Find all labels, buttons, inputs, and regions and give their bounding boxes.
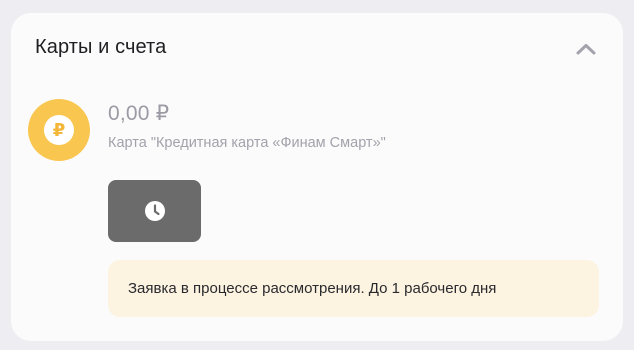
account-balance[interactable]: 0,00 ₽: [108, 101, 169, 126]
account-name[interactable]: Карта "Кредитная карта «Финам Смарт»": [108, 135, 386, 151]
notice-text: Заявка в процессе рассмотрения. До 1 раб…: [128, 280, 497, 297]
section-title: Карты и счета: [35, 36, 167, 58]
card-pending-tile[interactable]: [108, 180, 201, 242]
chevron-up-icon: [576, 44, 596, 55]
collapse-button[interactable]: [573, 37, 599, 61]
accounts-card: Карты и счета ₽ 0,00 ₽ Карта "Кредитная …: [11, 13, 623, 341]
ruble-coin-icon: ₽: [28, 99, 90, 161]
ruble-symbol: ₽: [44, 115, 74, 145]
clock-icon: [144, 201, 165, 221]
application-status-notice: Заявка в процессе рассмотрения. До 1 раб…: [108, 260, 599, 317]
